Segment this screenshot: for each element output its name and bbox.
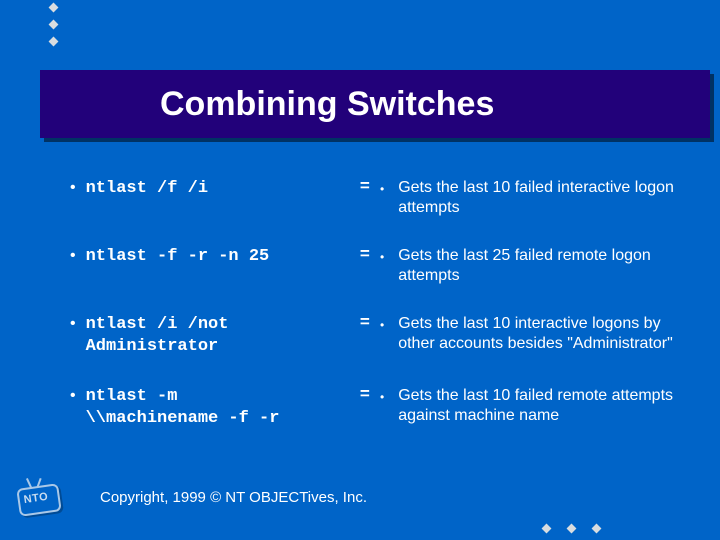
diamond-icon xyxy=(49,20,59,30)
copyright-text: Copyright, 1999 © NT OBJECTives, Inc. xyxy=(100,489,367,506)
equals-sign: = xyxy=(354,386,370,405)
logo-text: NTO xyxy=(23,491,49,506)
diamond-icon xyxy=(49,37,59,47)
slide-title: Combining Switches xyxy=(160,85,494,124)
decorative-dots-bottom xyxy=(543,525,600,532)
nto-logo: NTO xyxy=(12,480,66,520)
command-text: ntlast -m \\machinename -f -r xyxy=(86,386,344,430)
bullet-icon: • xyxy=(380,178,384,198)
description-item: • Gets the last 25 failed remote logon a… xyxy=(380,246,690,286)
diamond-icon xyxy=(542,524,552,534)
description-item: • Gets the last 10 failed remote attempt… xyxy=(380,386,690,426)
description-text: Gets the last 25 failed remote logon att… xyxy=(398,246,690,286)
equals-sign: = xyxy=(354,178,370,197)
description-text: Gets the last 10 interactive logons by o… xyxy=(398,314,690,354)
diamond-icon xyxy=(49,3,59,13)
command-text: ntlast /f /i xyxy=(86,178,344,200)
description-text: Gets the last 10 failed interactive logo… xyxy=(398,178,690,218)
command-text: ntlast -f -r -n 25 xyxy=(86,246,344,268)
command-item: • ntlast /f /i = xyxy=(70,178,370,200)
description-item: • Gets the last 10 interactive logons by… xyxy=(380,314,690,354)
bullet-icon: • xyxy=(380,246,384,266)
slide-body: • ntlast /f /i = • Gets the last 10 fail… xyxy=(70,178,690,430)
command-text: ntlast /i /not Administrator xyxy=(86,314,344,358)
bullet-icon: • xyxy=(380,386,384,406)
decorative-dots-top xyxy=(50,4,57,45)
command-item: • ntlast -m \\machinename -f -r = xyxy=(70,386,370,430)
equals-sign: = xyxy=(354,314,370,333)
bullet-icon: • xyxy=(70,246,76,266)
diamond-icon xyxy=(592,524,602,534)
command-item: • ntlast -f -r -n 25 = xyxy=(70,246,370,268)
bullet-icon: • xyxy=(70,314,76,334)
bullet-icon: • xyxy=(70,178,76,198)
description-item: • Gets the last 10 failed interactive lo… xyxy=(380,178,690,218)
bullet-icon: • xyxy=(70,386,76,406)
command-item: • ntlast /i /not Administrator = xyxy=(70,314,370,358)
diamond-icon xyxy=(567,524,577,534)
bullet-icon: • xyxy=(380,314,384,334)
equals-sign: = xyxy=(354,246,370,265)
description-text: Gets the last 10 failed remote attempts … xyxy=(398,386,690,426)
title-bar: Combining Switches xyxy=(40,70,710,138)
